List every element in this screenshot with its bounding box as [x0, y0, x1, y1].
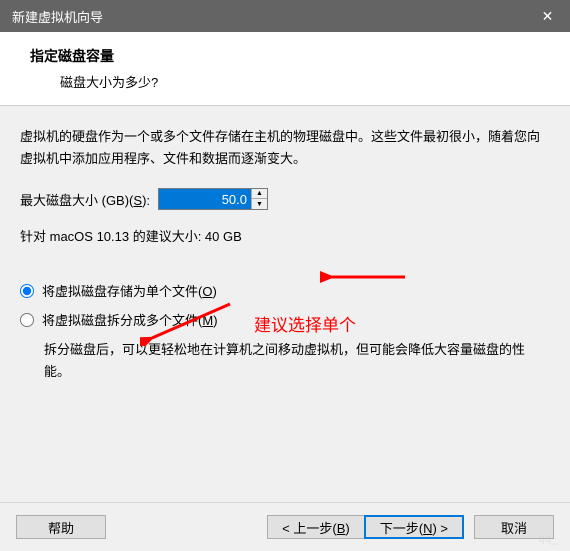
spinner-up-icon[interactable]: ▲ — [252, 189, 267, 199]
button-bar: 帮助 < 上一步(B) 下一步(N) > 取消 — [0, 502, 570, 551]
close-icon[interactable]: ✕ — [525, 0, 570, 32]
radio-split-files-input[interactable] — [20, 313, 34, 327]
spinner-buttons: ▲ ▼ — [251, 189, 267, 209]
split-description: 拆分磁盘后，可以更轻松地在计算机之间移动虚拟机，但可能会降低大容量磁盘的性能。 — [44, 339, 550, 383]
wizard-header: 指定磁盘容量 磁盘大小为多少? — [0, 32, 570, 106]
page-subtitle: 磁盘大小为多少? — [60, 72, 550, 91]
disk-size-input[interactable] — [159, 189, 251, 209]
spinner-down-icon[interactable]: ▼ — [252, 199, 267, 209]
page-title: 指定磁盘容量 — [30, 46, 550, 66]
title-bar: 新建虚拟机向导 ✕ — [0, 0, 570, 32]
disk-size-spinner: ▲ ▼ — [158, 188, 268, 210]
window-title: 新建虚拟机向导 — [12, 7, 103, 26]
radio-single-file[interactable]: 将虚拟磁盘存储为单个文件(O) — [20, 281, 550, 300]
disk-size-label: 最大磁盘大小 (GB)(S): — [20, 190, 150, 209]
content-area: 虚拟机的硬盘作为一个或多个文件存储在主机的物理磁盘中。这些文件最初很小，随着您向… — [0, 106, 570, 526]
radio-split-files[interactable]: 将虚拟磁盘拆分成多个文件(M) — [20, 310, 550, 329]
radio-single-file-label: 将虚拟磁盘存储为单个文件(O) — [42, 281, 217, 300]
radio-single-file-input[interactable] — [20, 284, 34, 298]
next-button[interactable]: 下一步(N) > — [364, 515, 464, 539]
back-button[interactable]: < 上一步(B) — [267, 515, 365, 539]
cancel-button[interactable]: 取消 — [474, 515, 554, 539]
help-button[interactable]: 帮助 — [16, 515, 106, 539]
storage-option-group: 将虚拟磁盘存储为单个文件(O) 将虚拟磁盘拆分成多个文件(M) 拆分磁盘后，可以… — [20, 281, 550, 383]
radio-split-files-label: 将虚拟磁盘拆分成多个文件(M) — [42, 310, 218, 329]
suggested-size-text: 针对 macOS 10.13 的建议大小: 40 GB — [20, 226, 550, 245]
description-text: 虚拟机的硬盘作为一个或多个文件存储在主机的物理磁盘中。这些文件最初很小，随着您向… — [20, 126, 550, 170]
disk-size-row: 最大磁盘大小 (GB)(S): ▲ ▼ — [20, 188, 550, 210]
